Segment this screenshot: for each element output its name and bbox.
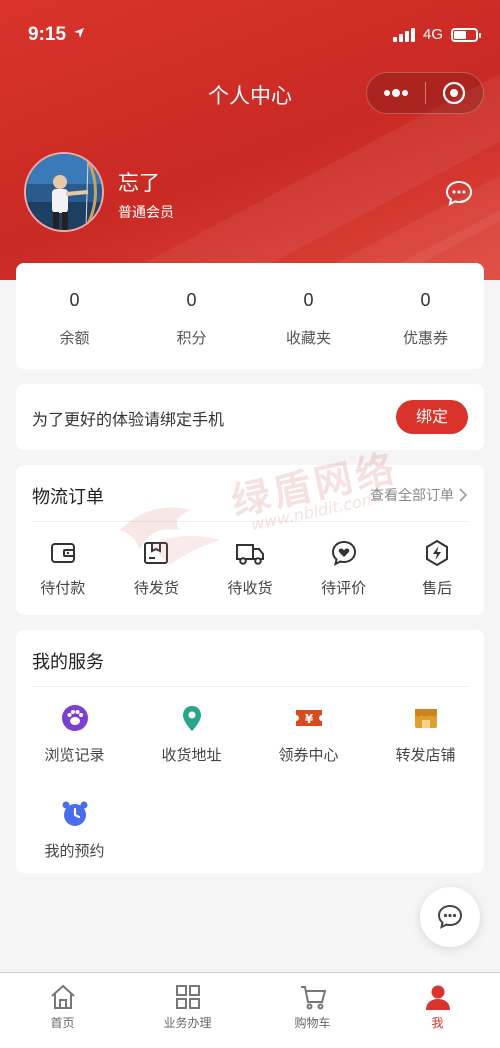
more-dots-icon xyxy=(383,89,408,97)
chat-bubble-icon xyxy=(445,180,473,206)
stat-value: 0 xyxy=(420,290,431,310)
stat-value: 0 xyxy=(69,290,80,310)
coupon-icon: ¥ xyxy=(295,710,322,726)
avatar[interactable] xyxy=(24,152,104,232)
stat-favorites[interactable]: 0 收藏夹 xyxy=(250,263,367,369)
order-pending-payment[interactable]: 待付款 xyxy=(16,539,110,598)
location-icon xyxy=(182,706,201,731)
stat-label: 优惠券 xyxy=(402,329,448,347)
lightning-icon xyxy=(426,539,449,567)
location-arrow-icon xyxy=(74,28,85,38)
chat-bubble-icon xyxy=(437,904,463,929)
floating-chat-button[interactable] xyxy=(420,887,480,947)
heart-chat-icon xyxy=(331,540,356,566)
svg-text:¥: ¥ xyxy=(304,712,313,726)
grid-icon xyxy=(175,985,200,1009)
more-button[interactable] xyxy=(367,73,425,113)
bind-phone-card: 为了更好的体验请绑定手机 绑定 xyxy=(16,384,484,450)
tab-bar: 首页 业务办理 购物车 我 xyxy=(0,972,500,1048)
order-pending-receipt[interactable]: 待收货 xyxy=(203,539,297,598)
services-title: 我的服务 xyxy=(32,652,104,673)
bind-phone-button[interactable]: 绑定 xyxy=(396,400,468,434)
avatar-image xyxy=(26,154,102,230)
stat-points[interactable]: 0 积分 xyxy=(133,263,250,369)
stat-label: 余额 xyxy=(59,329,90,347)
cart-icon xyxy=(300,986,326,1010)
stat-value: 0 xyxy=(186,290,197,310)
orders-title: 物流订单 xyxy=(32,487,104,508)
service-browse-history[interactable]: 浏览记录 xyxy=(16,704,133,800)
orders-card: 物流订单 查看全部订单 待付款 待发货 待收货 待评价 售后 xyxy=(16,465,484,615)
member-level: 普通会员 xyxy=(118,205,174,221)
status-time: 9:15 xyxy=(28,24,85,46)
order-after-sales[interactable]: 售后 xyxy=(390,539,484,598)
signal-icon xyxy=(392,27,415,42)
message-button[interactable] xyxy=(444,178,474,208)
service-coupon-center[interactable]: ¥ 领券中心 xyxy=(250,704,367,800)
battery-icon xyxy=(451,27,481,42)
tab-home[interactable]: 首页 xyxy=(0,973,125,1048)
status-bar: 9:15 4G xyxy=(0,0,500,70)
alarm-clock-icon xyxy=(62,801,87,826)
order-pending-review[interactable]: 待评价 xyxy=(297,539,391,598)
tab-me[interactable]: 我 xyxy=(375,973,500,1048)
home-icon xyxy=(50,984,75,1009)
wallet-icon xyxy=(50,543,75,563)
service-share-shop[interactable]: 转发店铺 xyxy=(367,704,484,800)
view-all-orders-link[interactable]: 查看全部订单 xyxy=(370,485,468,505)
stat-value: 0 xyxy=(303,290,314,310)
chevron-right-icon xyxy=(459,488,468,502)
tab-cart[interactable]: 购物车 xyxy=(250,973,375,1048)
user-icon xyxy=(425,985,450,1010)
package-icon xyxy=(144,542,169,564)
truck-icon xyxy=(235,544,264,565)
user-name: 忘了 xyxy=(118,171,160,195)
mini-program-capsule xyxy=(366,72,484,114)
order-pending-shipment[interactable]: 待发货 xyxy=(110,539,204,598)
close-mini-program-button[interactable] xyxy=(426,73,484,113)
profile-section: 忘了 普通会员 xyxy=(24,152,476,232)
target-icon xyxy=(443,81,466,105)
shop-icon xyxy=(414,709,437,728)
tab-business[interactable]: 业务办理 xyxy=(125,973,250,1048)
network-type: 4G xyxy=(422,26,443,43)
services-card: 我的服务 浏览记录 收货地址 ¥ 领券中心 转发店铺 我的预约 xyxy=(16,630,484,873)
service-my-appointment[interactable]: 我的预约 xyxy=(16,800,133,896)
service-shipping-address[interactable]: 收货地址 xyxy=(133,704,250,800)
footprint-icon xyxy=(61,705,88,731)
stat-balance[interactable]: 0 余额 xyxy=(16,263,133,369)
stat-label: 积分 xyxy=(176,329,207,347)
stat-label: 收藏夹 xyxy=(285,329,331,347)
account-stats-card: 0 余额 0 积分 0 收藏夹 0 优惠券 xyxy=(16,263,484,369)
stat-coupons[interactable]: 0 优惠券 xyxy=(367,263,484,369)
bind-phone-text: 为了更好的体验请绑定手机 xyxy=(32,410,225,429)
